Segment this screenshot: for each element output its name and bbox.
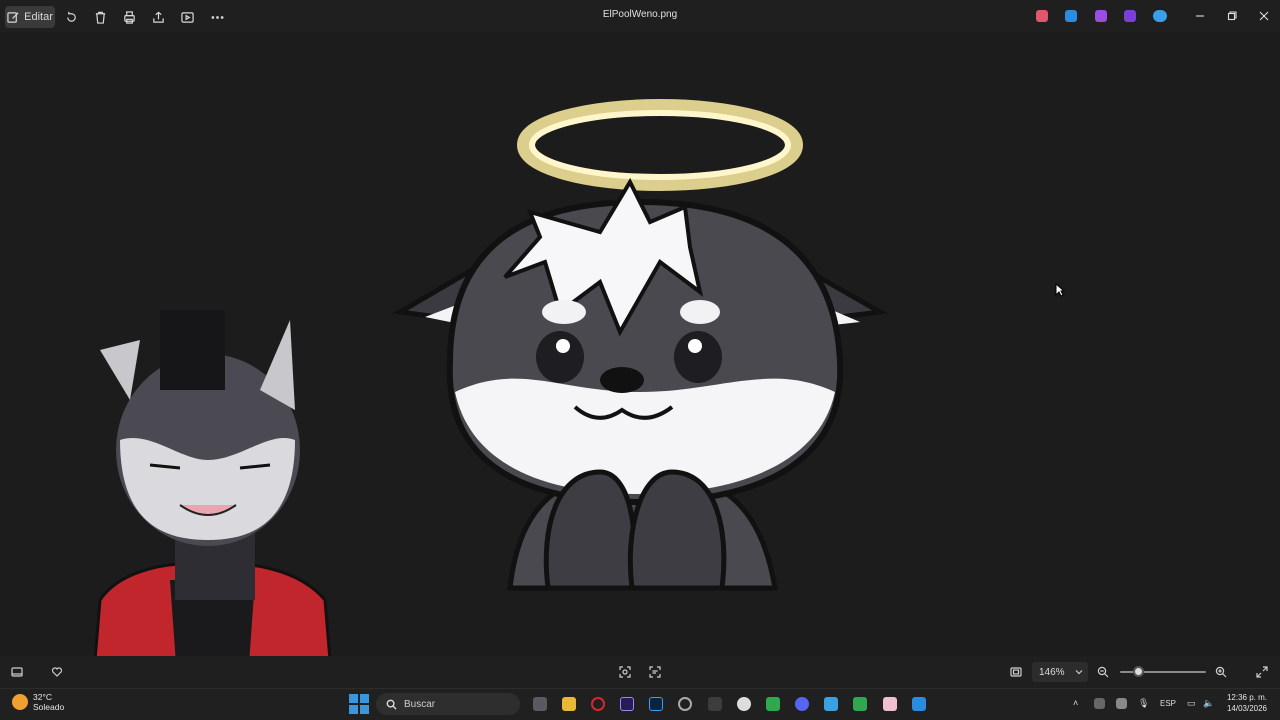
zoom-out-button[interactable] xyxy=(1096,665,1110,679)
app-icon[interactable] xyxy=(766,697,780,711)
volume-icon[interactable]: 🔈 xyxy=(1203,698,1214,709)
close-icon xyxy=(1259,11,1269,21)
favorite-button[interactable] xyxy=(50,665,64,679)
heart-icon xyxy=(51,667,63,677)
filmstrip-icon xyxy=(11,667,23,677)
zoom-slider-thumb[interactable] xyxy=(1133,666,1144,677)
weather-widget[interactable]: 32°C Soleado xyxy=(12,692,64,712)
maximize-button[interactable] xyxy=(1224,8,1240,24)
player-icon[interactable] xyxy=(737,697,751,711)
discord-icon[interactable] xyxy=(795,697,809,711)
task-view-icon[interactable] xyxy=(533,697,547,711)
zoom-in-icon xyxy=(1215,666,1227,678)
fit-window-button[interactable] xyxy=(1009,665,1023,679)
taskbar xyxy=(0,688,1280,720)
media-icon[interactable] xyxy=(708,697,722,711)
zoom-level-select[interactable]: 146% xyxy=(1032,662,1088,682)
sun-icon xyxy=(12,694,28,710)
start-button[interactable] xyxy=(349,694,369,714)
photo-editor-icon[interactable] xyxy=(912,697,926,711)
mouse-cursor xyxy=(1055,283,1065,297)
visual-search-icon xyxy=(619,666,631,678)
file-explorer-icon[interactable] xyxy=(562,697,576,711)
tray-icon[interactable] xyxy=(1094,698,1105,709)
zoom-level-value: 146% xyxy=(1039,666,1065,678)
minimize-icon xyxy=(1196,15,1204,17)
language-indicator[interactable]: ESP xyxy=(1160,699,1176,708)
zoom-in-button[interactable] xyxy=(1214,665,1228,679)
clipchamp-icon[interactable] xyxy=(1095,10,1107,22)
taskbar-clock[interactable]: 12:36 p. m. 14/03/2026 xyxy=(1222,692,1272,714)
onedrive-icon[interactable] xyxy=(1153,10,1167,22)
search-placeholder: Buscar xyxy=(404,698,436,710)
taskbar-search[interactable]: Buscar xyxy=(376,693,520,715)
clock-time: 12:36 p. m. xyxy=(1226,693,1268,702)
photos-icon[interactable] xyxy=(824,697,838,711)
fullscreen-button[interactable] xyxy=(1255,665,1269,679)
filmstrip-button[interactable] xyxy=(10,665,24,679)
fullscreen-icon xyxy=(1256,666,1268,678)
close-button[interactable] xyxy=(1256,8,1272,24)
minimize-button[interactable] xyxy=(1192,8,1208,24)
fit-window-icon xyxy=(1010,667,1022,677)
restore-icon xyxy=(1227,11,1237,21)
clock-date: 14/03/2026 xyxy=(1226,704,1268,713)
designer-icon[interactable] xyxy=(1124,10,1136,22)
editor-icon[interactable] xyxy=(1065,10,1077,22)
search-icon xyxy=(386,699,397,710)
obs-icon[interactable] xyxy=(678,697,692,711)
windows-logo-icon xyxy=(349,694,358,703)
chevron-up-icon[interactable]: ˄ xyxy=(1073,698,1078,708)
weather-temperature: 32°C xyxy=(33,692,52,702)
opera-icon[interactable] xyxy=(591,697,605,711)
tray-icon[interactable] xyxy=(1116,698,1127,709)
text-scan-icon xyxy=(649,666,661,678)
visual-search-button[interactable] xyxy=(618,665,632,679)
photoshop-icon[interactable] xyxy=(649,697,663,711)
text-scan-button[interactable] xyxy=(648,665,662,679)
network-icon[interactable]: ▭ xyxy=(1187,698,1196,709)
zoom-out-icon xyxy=(1097,666,1109,678)
chevron-down-icon xyxy=(1075,670,1083,675)
window-title: ElPoolWeno.png xyxy=(602,9,678,20)
windows-logo-tile xyxy=(360,694,369,703)
copilot-icon[interactable] xyxy=(1036,10,1048,22)
bottom-bar xyxy=(0,656,1280,688)
microphone-icon[interactable]: 🎙 xyxy=(1138,698,1149,709)
weather-description: Soleado xyxy=(33,702,65,712)
premiere-icon[interactable] xyxy=(620,697,634,711)
app-icon[interactable] xyxy=(883,697,897,711)
app-icon[interactable] xyxy=(853,697,867,711)
windows-logo-tile xyxy=(349,705,358,714)
windows-logo-tile xyxy=(360,705,369,714)
